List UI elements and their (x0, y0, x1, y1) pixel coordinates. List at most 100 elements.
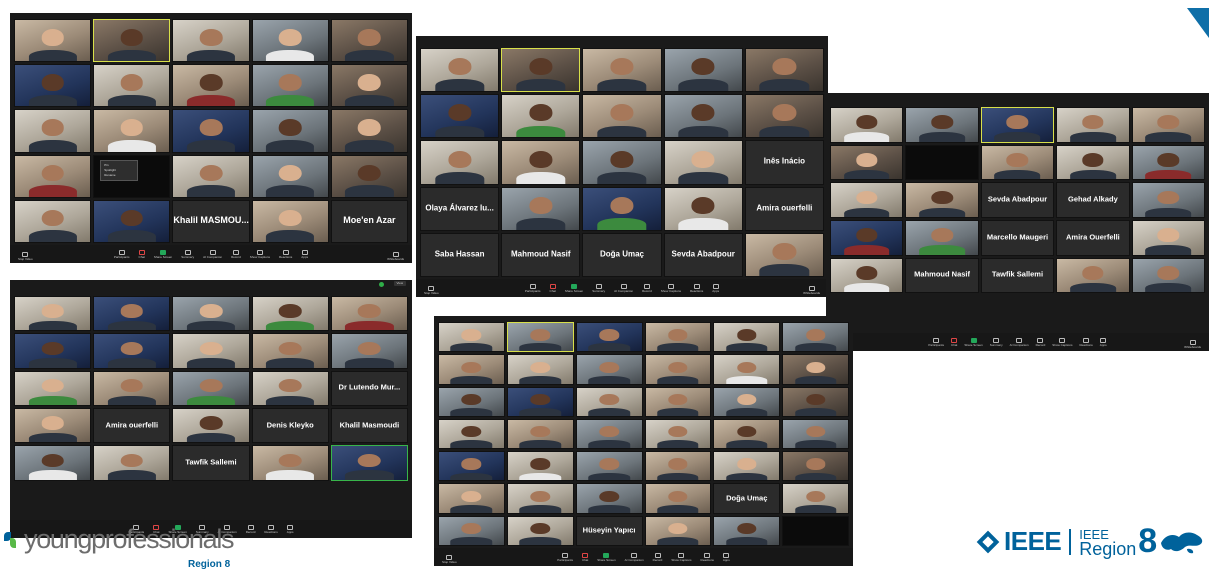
participant-tile[interactable] (582, 48, 662, 93)
participant-tile[interactable] (575, 418, 643, 450)
participant-tile[interactable] (506, 322, 574, 353)
participant-tile[interactable] (644, 451, 712, 482)
participant-tile[interactable] (1056, 107, 1130, 143)
participant-tile[interactable] (782, 322, 849, 353)
participant-tile[interactable] (420, 140, 500, 185)
reactions-button[interactable]: Reactions (279, 249, 292, 259)
reactions-button[interactable]: Reactions (264, 524, 278, 534)
share-screen-button[interactable]: Share Screen (154, 249, 172, 259)
participant-tile[interactable] (93, 109, 171, 153)
participants-button[interactable]: Participants (525, 283, 541, 293)
participant-tile[interactable] (14, 370, 92, 406)
ai-companion-button[interactable]: AI Companion (625, 552, 644, 562)
participant-tile[interactable] (14, 407, 92, 444)
participant-tile[interactable] (251, 370, 329, 406)
chat-button[interactable]: Chat (550, 283, 556, 293)
participant-tile[interactable] (330, 19, 408, 63)
participant-tile[interactable] (14, 109, 92, 153)
participant-tile[interactable] (644, 483, 712, 514)
participant-tile[interactable] (782, 515, 849, 546)
record-button[interactable]: Record (231, 249, 241, 259)
participant-tile[interactable]: Doğa Umaç (582, 232, 662, 277)
participant-tile[interactable] (172, 296, 250, 332)
participant-tile[interactable] (713, 322, 781, 353)
participant-tile[interactable] (506, 451, 574, 482)
participant-tile[interactable]: Hüseyin Yapıcı (575, 515, 643, 546)
participant-tile[interactable] (330, 64, 408, 108)
participant-tile[interactable] (14, 199, 92, 243)
participant-tile[interactable] (501, 186, 581, 231)
participant-tile[interactable]: Pin Spotlight Rename (93, 154, 171, 198)
participant-tile[interactable] (575, 354, 643, 385)
participant-tile[interactable] (93, 199, 171, 243)
reactions-button[interactable]: Reactions (701, 552, 714, 562)
share-screen-button[interactable]: Share Screen (964, 337, 983, 347)
participant-tile[interactable]: Amira ouerfelli (93, 407, 171, 444)
summary-button[interactable]: Summary (181, 249, 194, 259)
participant-tile[interactable] (644, 418, 712, 450)
participant-tile[interactable]: Denis Kleyko (251, 407, 329, 444)
participant-tile[interactable] (713, 515, 781, 546)
participant-tile[interactable] (330, 445, 408, 481)
summary-button[interactable]: Summary (592, 283, 605, 293)
whiteboards-button[interactable]: Whiteboards (1184, 340, 1201, 349)
participant-tile[interactable] (1131, 182, 1205, 218)
participants-button[interactable]: Participants (557, 552, 573, 562)
participant-tile[interactable] (644, 322, 712, 353)
participant-tile[interactable] (713, 451, 781, 482)
record-button[interactable]: Record (246, 524, 255, 534)
participant-tile[interactable] (506, 354, 574, 385)
participant-tile[interactable] (93, 333, 171, 369)
participant-tile[interactable] (782, 483, 849, 514)
apps-button[interactable]: Apps (712, 283, 719, 293)
participant-tile[interactable] (575, 483, 643, 514)
participant-tile[interactable] (93, 370, 171, 406)
participant-tile[interactable]: Sevda Abadpour (663, 232, 743, 277)
participant-tile[interactable] (582, 186, 662, 231)
participant-tile[interactable]: Gehad Alkady (1056, 182, 1130, 218)
participant-tile[interactable] (251, 296, 329, 332)
participant-tile[interactable] (582, 140, 662, 185)
participant-tile[interactable] (93, 19, 171, 63)
participant-tile[interactable]: Moe'en Azar (330, 199, 408, 243)
participant-tile[interactable]: Doğa Umaç (713, 483, 781, 514)
participant-tile[interactable] (1131, 107, 1205, 143)
participant-tile[interactable] (744, 232, 824, 277)
participant-tile[interactable] (905, 220, 979, 256)
participant-tile[interactable] (506, 386, 574, 417)
participant-tile[interactable] (663, 94, 743, 139)
participant-tile[interactable] (251, 199, 329, 243)
summary-button[interactable]: Summary (990, 337, 1003, 347)
participant-tile[interactable] (1131, 257, 1205, 294)
participant-tile[interactable] (14, 296, 92, 332)
view-button[interactable]: View (393, 281, 406, 286)
participant-tile[interactable] (172, 407, 250, 444)
participant-tile[interactable] (14, 154, 92, 198)
participant-tile[interactable] (438, 418, 505, 450)
participant-tile[interactable] (172, 370, 250, 406)
participant-tile[interactable] (1131, 220, 1205, 256)
participant-tile[interactable] (830, 257, 904, 294)
participant-tile[interactable] (575, 451, 643, 482)
participant-tile[interactable] (1131, 144, 1205, 181)
participant-tile[interactable]: Saba Hassan (420, 232, 500, 277)
captions-button[interactable]: Show Captions (1052, 337, 1072, 347)
participant-tile[interactable] (172, 64, 250, 108)
participant-tile[interactable] (251, 109, 329, 153)
participants-button[interactable]: Participants (928, 337, 944, 347)
participant-tile[interactable] (575, 322, 643, 353)
whiteboards-button[interactable]: Whiteboards (387, 252, 404, 261)
participant-tile[interactable] (93, 64, 171, 108)
participant-tile[interactable] (663, 140, 743, 185)
share-screen-button[interactable]: Share Screen (565, 283, 583, 293)
chat-button[interactable]: Chat (582, 552, 588, 562)
participant-tile[interactable] (251, 19, 329, 63)
participant-tile[interactable] (905, 182, 979, 218)
participant-tile[interactable] (172, 19, 250, 63)
participant-tile[interactable]: Tawfik Sallemi (172, 445, 250, 481)
record-button[interactable]: Record (653, 552, 662, 562)
participant-tile[interactable] (14, 333, 92, 369)
participant-tile[interactable]: Mahmoud Nasif (905, 257, 979, 294)
participant-tile[interactable] (251, 445, 329, 481)
participant-tile[interactable] (905, 107, 979, 143)
